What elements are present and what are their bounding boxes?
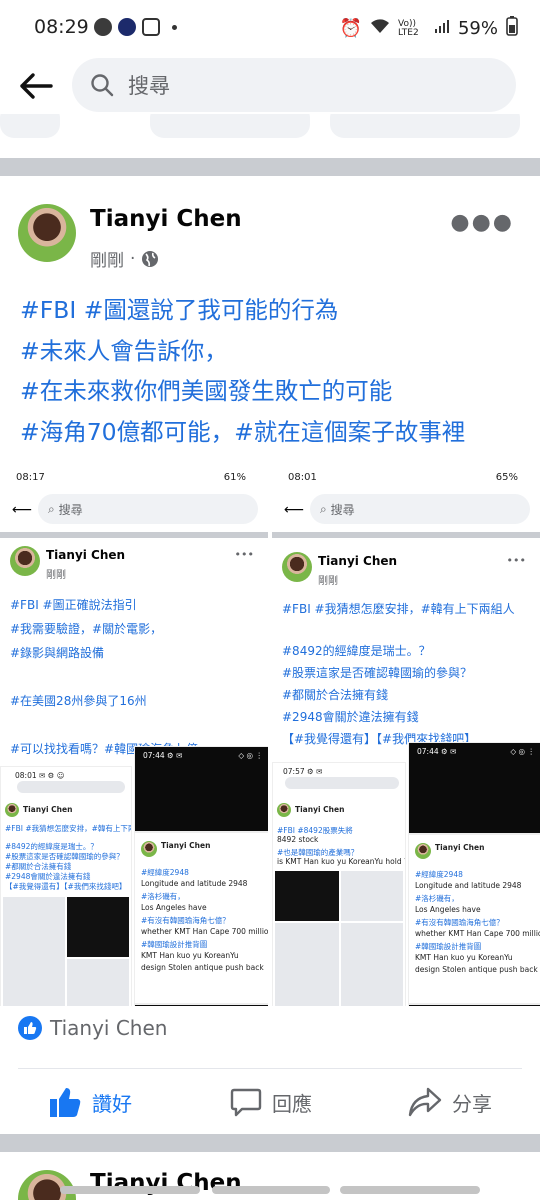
- app-icon: [118, 18, 136, 36]
- wifi-icon: [370, 18, 390, 39]
- previous-post-actions: [0, 114, 540, 158]
- photo-left[interactable]: 08:17 61% ⟵ ⌕ 搜尋 Tianyi Chen 剛剛 ••• #FBI…: [0, 466, 268, 1006]
- post-time[interactable]: 剛剛: [90, 246, 124, 271]
- nav-gesture-bar: [212, 1186, 330, 1194]
- avatar: [10, 546, 40, 576]
- comment-button[interactable]: 回應: [230, 1072, 312, 1132]
- mini-status-battery: 61%: [223, 472, 246, 483]
- post-line[interactable]: #海角70億都可能，#就在這個案子故事裡: [20, 412, 530, 453]
- post-photos: 08:17 61% ⟵ ⌕ 搜尋 Tianyi Chen 剛剛 ••• #FBI…: [0, 466, 540, 1006]
- reaction-name: Tianyi Chen: [50, 1016, 168, 1040]
- post-line[interactable]: #未來人會告訴你，: [20, 331, 530, 372]
- nested-photo: 07:57 ⚙ ✉ Tianyi Chen #FBI #8492股票失將 849…: [272, 762, 406, 1006]
- back-button[interactable]: [16, 68, 56, 104]
- network-label: Vo)) LTE2: [397, 18, 419, 38]
- nested-photo: 08:01 ✉ ⚙ ☺ Tianyi Chen #FBI #我猜想怎麼安排，#韓…: [0, 766, 132, 1006]
- image-icon: [142, 18, 160, 36]
- mini-author: Tianyi Chen: [318, 554, 398, 568]
- status-bar: 08:29 ⏰ Vo)) LTE2 59%: [0, 0, 540, 56]
- nav-gesture-bar: [60, 1186, 200, 1194]
- mini-time: 剛剛: [46, 570, 66, 581]
- post-line[interactable]: #在未來救你們美國發生敗亡的可能: [20, 371, 530, 412]
- post-text: #FBI #圖還說了我可能的行為 #未來人會告訴你， #在未來救你們美國發生敗亡…: [20, 290, 530, 452]
- mini-search: ⌕ 搜尋: [38, 494, 258, 524]
- mini-time: 剛剛: [318, 576, 338, 587]
- post-meta: 剛剛 ·: [90, 246, 159, 271]
- mini-status-battery: 65%: [495, 472, 518, 483]
- feed-separator: [0, 1134, 540, 1152]
- back-arrow-icon: [20, 73, 53, 99]
- search-input[interactable]: 搜尋: [72, 58, 516, 112]
- avatar[interactable]: [18, 204, 76, 262]
- post-line[interactable]: #FBI #圖還說了我可能的行為: [20, 290, 530, 331]
- like-icon: [50, 1088, 81, 1117]
- more-icon: •••: [234, 548, 254, 561]
- signal-icon: [434, 18, 450, 39]
- like-reaction-icon: [18, 1016, 42, 1040]
- battery-icon: [506, 16, 518, 41]
- photo-right[interactable]: 08:01 65% ⟵ ⌕ 搜尋 Tianyi Chen 剛剛 ••• #FBI…: [272, 466, 540, 1006]
- top-bar: 搜尋: [0, 58, 540, 114]
- mini-status-time: 08:17: [16, 472, 45, 483]
- facebook-icon: [94, 18, 112, 36]
- feed-separator: [0, 158, 540, 176]
- comment-label: 回應: [272, 1091, 312, 1116]
- search-icon: [91, 74, 114, 97]
- comment-icon: [230, 1088, 262, 1117]
- nested-photo: Tianyi Chen #經緯度2948 Longitude and latit…: [408, 834, 540, 1004]
- back-arrow-icon: ⟵: [284, 502, 305, 518]
- globe-icon: [142, 250, 159, 267]
- avatar[interactable]: [18, 1170, 76, 1200]
- battery-level: 59%: [457, 18, 498, 39]
- like-button[interactable]: 讚好: [48, 1072, 132, 1132]
- avatar: [282, 552, 312, 582]
- nested-photo-dark: 07:44 ⚙ ✉ ◇ ◎ ⋮: [408, 742, 540, 834]
- mini-status-time: 08:01: [288, 472, 317, 483]
- nav-gesture-bar: [340, 1186, 480, 1194]
- status-time: 08:29: [34, 16, 89, 38]
- alarm-icon: ⏰: [339, 18, 362, 39]
- more-options-button[interactable]: ●●●: [450, 210, 514, 235]
- share-button[interactable]: 分享: [408, 1072, 492, 1132]
- post-author[interactable]: Tianyi Chen: [90, 206, 242, 232]
- post-actions: 讚好 回應 分享: [0, 1072, 540, 1134]
- mini-search: ⌕ 搜尋: [310, 494, 530, 524]
- back-arrow-icon: ⟵: [12, 502, 33, 518]
- nested-photo: Tianyi Chen #經緯度2948 Longitude and latit…: [134, 832, 268, 1004]
- more-icon: •••: [506, 554, 526, 567]
- mini-author: Tianyi Chen: [46, 548, 126, 562]
- share-icon: [408, 1087, 442, 1117]
- search-placeholder: 搜尋: [128, 74, 170, 98]
- like-label: 讚好: [92, 1091, 132, 1116]
- status-right: ⏰ Vo)) LTE2 59%: [340, 16, 518, 41]
- reactions-summary[interactable]: Tianyi Chen: [18, 1016, 167, 1040]
- nested-photo-dark: 07:44 ⚙ ✉ ◇ ◎ ⋮: [134, 746, 268, 832]
- share-label: 分享: [452, 1091, 492, 1116]
- dot-icon: [172, 25, 177, 30]
